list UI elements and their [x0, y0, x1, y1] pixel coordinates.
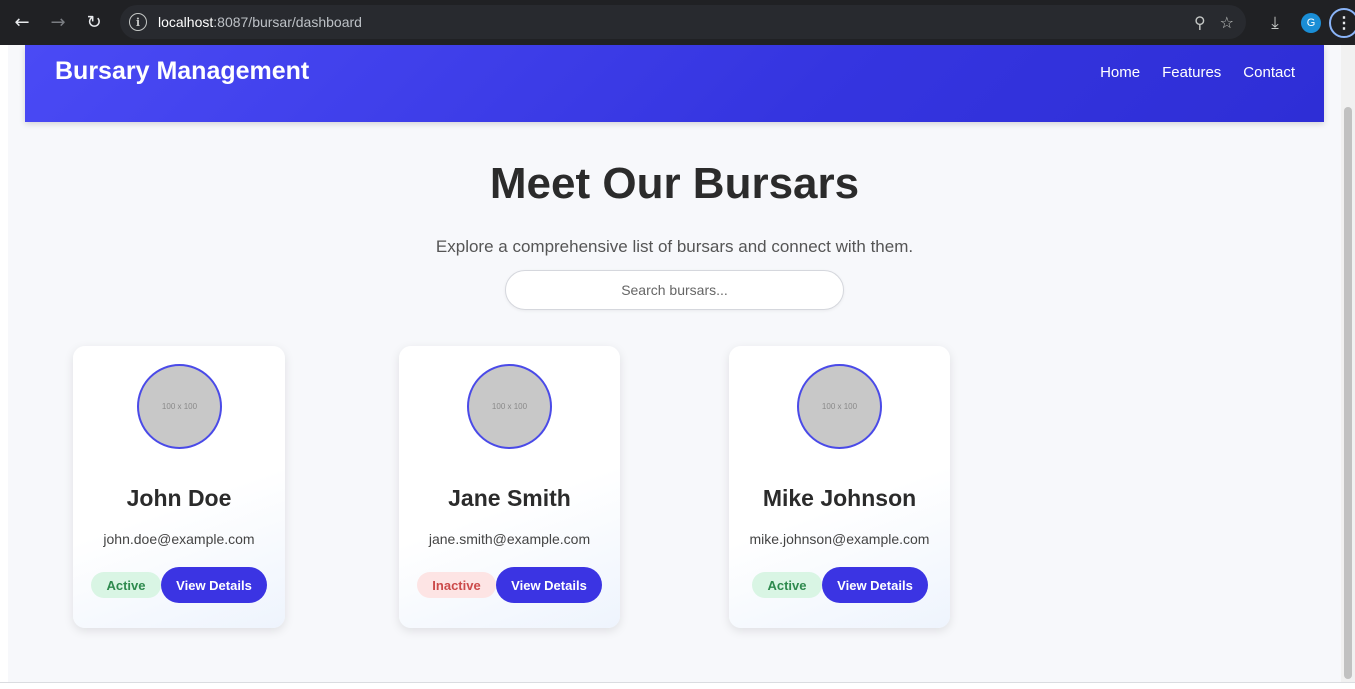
page-viewport: Bursary Management Home Features Contact…	[8, 45, 1341, 682]
site-header: Bursary Management Home Features Contact	[25, 45, 1324, 122]
page-bottom-edge	[0, 682, 1355, 689]
avatar: 100 x 100	[797, 364, 882, 449]
zoom-icon[interactable]: ⚲	[1194, 13, 1206, 32]
url-path: :8087/bursar/dashboard	[213, 14, 362, 30]
nav-contact[interactable]: Contact	[1243, 64, 1295, 81]
reload-icon[interactable]: ↻	[76, 5, 112, 41]
view-details-button[interactable]: View Details	[822, 567, 928, 603]
bursar-name: Jane Smith	[448, 485, 571, 511]
bursar-name: Mike Johnson	[762, 485, 917, 511]
view-details-button[interactable]: View Details	[161, 567, 267, 603]
bursar-card: 100 x 100 Jane Smith jane.smith@example.…	[399, 346, 620, 628]
bursar-card: 100 x 100 Mike Johnson mike.johnson@exam…	[729, 346, 950, 628]
bursar-card: 100 x 100 John Doe john.doe@example.com …	[73, 346, 285, 628]
bursar-email: jane.smith@example.com	[428, 531, 591, 547]
status-badge: Active	[752, 572, 822, 598]
forward-icon[interactable]: →	[40, 5, 76, 41]
status-badge: Active	[91, 572, 161, 598]
download-icon[interactable]: ⤓	[1257, 13, 1293, 33]
avatar: 100 x 100	[467, 364, 552, 449]
bursar-name: John Doe	[126, 485, 232, 511]
search-input[interactable]	[505, 270, 844, 310]
status-badge: Inactive	[417, 572, 496, 598]
info-icon[interactable]: i	[129, 13, 147, 31]
main-nav: Home Features Contact	[1100, 64, 1295, 81]
menu-icon[interactable]: ⋮	[1329, 7, 1355, 38]
page-title: Meet Our Bursars	[489, 159, 860, 208]
avatar: 100 x 100	[137, 364, 222, 449]
star-icon[interactable]: ☆	[1220, 13, 1234, 32]
browser-toolbar: ← → ↻ i localhost:8087/bursar/dashboard …	[0, 0, 1355, 45]
brand-title[interactable]: Bursary Management	[55, 57, 309, 86]
nav-home[interactable]: Home	[1100, 64, 1140, 81]
bursar-email: john.doe@example.com	[103, 531, 255, 547]
bursar-email: mike.johnson@example.com	[749, 531, 930, 547]
view-details-button[interactable]: View Details	[496, 567, 602, 603]
nav-features[interactable]: Features	[1162, 64, 1221, 81]
url-host: localhost	[158, 14, 214, 30]
url-text[interactable]: localhost:8087/bursar/dashboard	[158, 14, 362, 30]
address-bar[interactable]: i localhost:8087/bursar/dashboard ⚲ ☆	[120, 5, 1246, 39]
vertical-scrollbar[interactable]	[1341, 45, 1355, 682]
page-subtitle: Explore a comprehensive list of bursars …	[435, 237, 914, 256]
scrollbar-thumb[interactable]	[1344, 107, 1352, 679]
back-icon[interactable]: ←	[4, 5, 40, 41]
profile-avatar[interactable]: G	[1301, 12, 1321, 33]
